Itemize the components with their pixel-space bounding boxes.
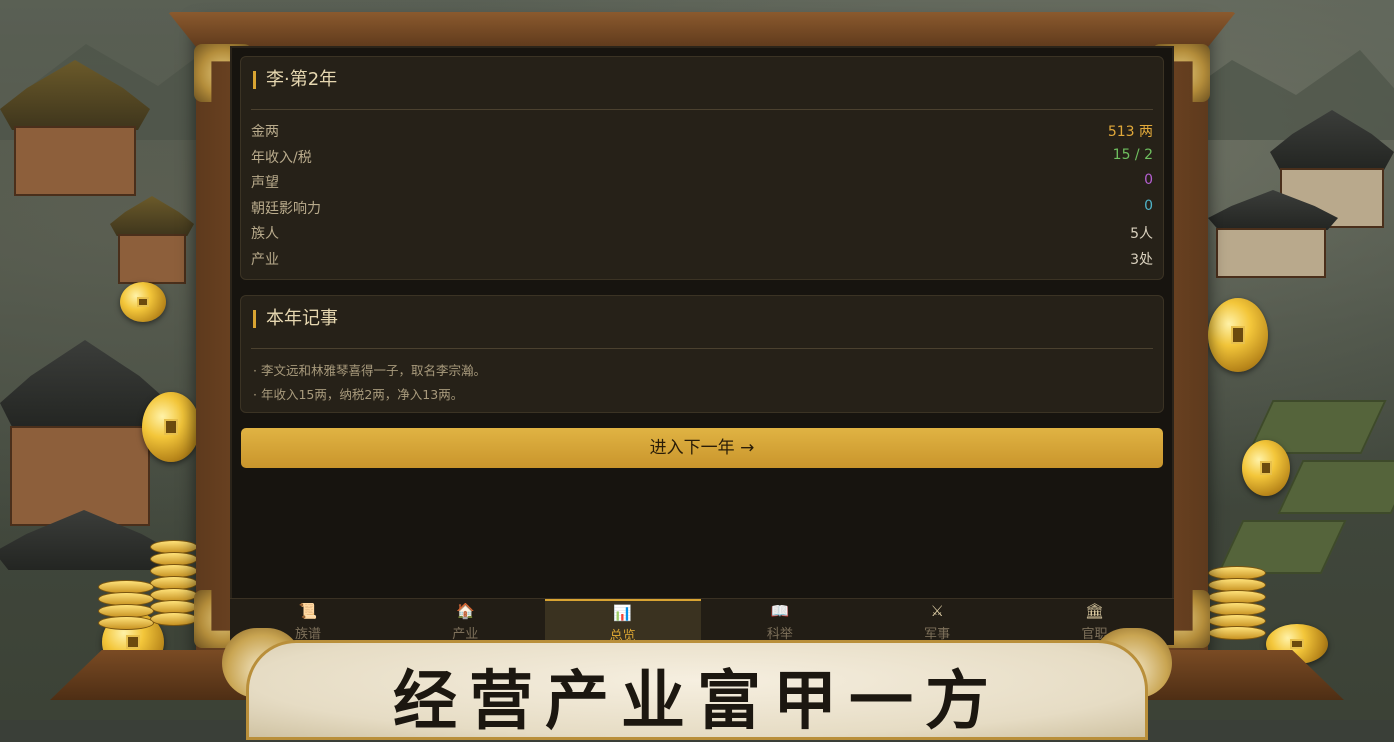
stat-value: 0 — [1144, 197, 1153, 214]
stat-label: 金两 — [251, 124, 279, 140]
stat-row: 朝廷影响力 0 — [251, 196, 1153, 220]
coin — [1208, 298, 1268, 372]
house-left-mid — [110, 196, 200, 296]
events-title: 本年记事 — [253, 310, 338, 328]
status-card: 李·第2年 金两 513 两年收入/税 15 / 2 声望 0 朝廷影响力 0 族人 5人产业 3… — [240, 56, 1164, 280]
divider — [251, 109, 1153, 110]
stat-value: 5人 — [1130, 226, 1153, 243]
coin-stack — [1208, 566, 1266, 646]
banner-title: 经营产业富甲一方 — [393, 664, 1001, 739]
coin — [1242, 440, 1290, 496]
event-log-item: · 李文远和林雅琴喜得一子，取名李宗瀚。 — [253, 363, 486, 378]
stat-row: 声望 0 — [251, 170, 1153, 194]
house-icon: 🏠 — [455, 602, 475, 620]
court-icon: 🏛 — [1084, 602, 1105, 620]
divider — [251, 348, 1153, 349]
stat-label: 族人 — [251, 226, 279, 243]
coin — [142, 392, 200, 462]
stat-row: 族人 5人 — [251, 221, 1153, 245]
stat-label: 朝廷影响力 — [251, 200, 321, 217]
stat-value: 513 两 — [1107, 124, 1153, 140]
stat-label: 产业 — [251, 252, 279, 268]
status-title: 李·第2年 — [253, 71, 337, 89]
house-left-top — [0, 60, 170, 210]
tab-chart[interactable]: 📊 总览 — [544, 599, 701, 645]
stat-row: 年收入/税 15 / 2 — [251, 145, 1153, 169]
coin-stack — [98, 580, 154, 640]
next-year-button[interactable]: 进入下一年 → — [241, 428, 1163, 468]
coin — [120, 282, 166, 322]
stat-row: 金两 513 两 — [251, 119, 1153, 143]
stat-value: 15 / 2 — [1112, 146, 1153, 163]
stat-label: 年收入/税 — [251, 149, 312, 166]
stat-value: 0 — [1144, 172, 1153, 189]
tab-house[interactable]: 🏠 产业 — [387, 599, 543, 645]
stat-row: 产业 3处 — [251, 247, 1153, 271]
stat-value: 3处 — [1130, 252, 1153, 268]
tab-book[interactable]: 📖 科举 — [702, 599, 858, 645]
coin-stack — [150, 540, 198, 640]
swords-icon: ⚔ — [930, 602, 944, 620]
bottom-tab-bar: 📜 族谱 🏠 产业 📊 总览 📖 科举 ⚔ 军事 🏛 官职 — [230, 598, 1174, 645]
scroll-icon: 📜 — [298, 602, 318, 620]
tab-swords[interactable]: ⚔ 军事 — [859, 599, 1015, 645]
book-icon: 📖 — [770, 602, 790, 620]
events-card: 本年记事 · 李文远和林雅琴喜得一子，取名李宗瀚。 · 年收入15两，纳税2两，… — [240, 295, 1164, 413]
event-log-item: · 年收入15两，纳税2两，净入13两。 — [253, 387, 464, 402]
chart-icon: 📊 — [613, 604, 632, 622]
house-right-mid — [1208, 190, 1348, 290]
stat-label: 声望 — [251, 175, 279, 192]
